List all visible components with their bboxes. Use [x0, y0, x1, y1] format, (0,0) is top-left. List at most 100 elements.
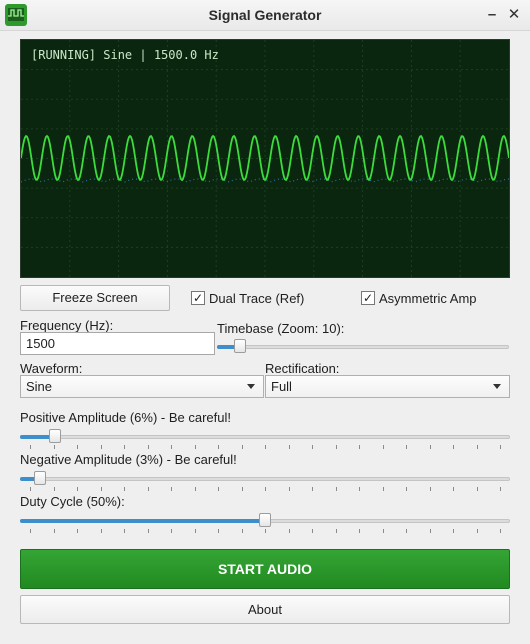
- slider-tick: [218, 529, 219, 533]
- frequency-label: Frequency (Hz):: [20, 318, 114, 333]
- slider-tick: [218, 445, 219, 449]
- about-button[interactable]: About: [20, 595, 510, 624]
- slider-tick: [171, 445, 172, 449]
- slider-tick: [265, 487, 266, 491]
- asymmetric-amp-check-icon[interactable]: ✓: [361, 291, 375, 305]
- slider-tick: [382, 529, 384, 533]
- slider-tick: [288, 487, 290, 491]
- slider-tick: [77, 487, 78, 491]
- slider-tick: [171, 487, 172, 491]
- slider-tick: [265, 445, 266, 449]
- waveform-label: Waveform:: [20, 361, 83, 376]
- slider-tick: [335, 487, 337, 491]
- duty-cycle-slider[interactable]: [20, 512, 510, 533]
- duty-cycle-fill: [20, 519, 265, 523]
- positive-amplitude-slider[interactable]: [20, 428, 510, 449]
- window-title: Signal Generator: [208, 7, 322, 23]
- slider-tick: [30, 529, 31, 533]
- duty-cycle-label: Duty Cycle (50%):: [20, 494, 125, 509]
- slider-tick: [335, 529, 337, 533]
- rectification-select[interactable]: Full: [265, 375, 510, 398]
- asymmetric-amp-label: Asymmetric Amp: [379, 291, 477, 306]
- slider-tick: [429, 445, 431, 449]
- slider-tick: [100, 445, 102, 449]
- signal-trace: [21, 134, 509, 182]
- duty-cycle-ticks: [20, 529, 510, 533]
- slider-tick: [382, 487, 384, 491]
- slider-tick: [406, 487, 407, 491]
- rectification-label: Rectification:: [265, 361, 340, 376]
- slider-tick: [147, 529, 149, 533]
- scope-status-text: [RUNNING] Sine | 1500.0 Hz: [31, 48, 219, 62]
- slider-tick: [453, 445, 454, 449]
- positive-amplitude-label: Positive Amplitude (6%) - Be careful!: [20, 410, 231, 425]
- slider-tick: [453, 487, 454, 491]
- oscilloscope-plot: [21, 40, 509, 277]
- asymmetric-amp-checkbox[interactable]: ✓ Asymmetric Amp: [361, 291, 501, 307]
- negative-amplitude-track: [20, 477, 510, 481]
- slider-tick: [30, 487, 31, 491]
- slider-tick: [194, 487, 196, 491]
- slider-tick: [359, 445, 360, 449]
- oscilloscope-display: [RUNNING] Sine | 1500.0 Hz: [20, 39, 510, 278]
- negative-amplitude-slider[interactable]: [20, 470, 510, 491]
- slider-tick: [30, 445, 31, 449]
- slider-tick: [124, 529, 125, 533]
- timebase-label: Timebase (Zoom: 10):: [217, 321, 345, 336]
- waveform-selected-value: Sine: [26, 379, 53, 394]
- negative-amplitude-handle[interactable]: [34, 471, 47, 485]
- slider-tick: [77, 529, 78, 533]
- frequency-input[interactable]: 1500: [20, 332, 215, 355]
- rectification-selected-value: Full: [271, 379, 292, 394]
- slider-tick: [476, 445, 478, 449]
- slider-tick: [53, 529, 55, 533]
- slider-tick: [124, 445, 125, 449]
- slider-tick: [265, 529, 266, 533]
- slider-tick: [288, 445, 290, 449]
- duty-cycle-handle[interactable]: [259, 513, 271, 527]
- slider-tick: [218, 487, 219, 491]
- slider-tick: [406, 445, 407, 449]
- slider-tick: [147, 487, 149, 491]
- positive-amplitude-track: [20, 435, 510, 439]
- positive-amplitude-ticks: [20, 445, 510, 449]
- slider-tick: [312, 445, 313, 449]
- slider-tick: [500, 529, 501, 533]
- slider-tick: [288, 529, 290, 533]
- slider-tick: [429, 529, 431, 533]
- slider-tick: [241, 487, 243, 491]
- waveform-select[interactable]: Sine: [20, 375, 264, 398]
- slider-tick: [500, 445, 501, 449]
- slider-tick: [100, 529, 102, 533]
- dual-trace-label: Dual Trace (Ref): [209, 291, 305, 306]
- slider-tick: [124, 487, 125, 491]
- slider-tick: [359, 529, 360, 533]
- slider-tick: [241, 445, 243, 449]
- slider-tick: [476, 529, 478, 533]
- slider-tick: [53, 445, 55, 449]
- freeze-screen-button[interactable]: Freeze Screen: [20, 285, 170, 311]
- slider-tick: [335, 445, 337, 449]
- close-icon[interactable]: ✕: [506, 7, 522, 23]
- slider-tick: [241, 529, 243, 533]
- negative-amplitude-label: Negative Amplitude (3%) - Be careful!: [20, 452, 237, 467]
- slider-tick: [147, 445, 149, 449]
- signal-generator-window: Signal Generator – ✕ [RUNNING] Sine | 15…: [0, 0, 530, 644]
- slider-tick: [312, 487, 313, 491]
- slider-tick: [476, 487, 478, 491]
- slider-tick: [406, 529, 407, 533]
- slider-tick: [453, 529, 454, 533]
- chevron-down-icon: [493, 384, 501, 389]
- slider-tick: [100, 487, 102, 491]
- dual-trace-checkbox[interactable]: ✓ Dual Trace (Ref): [191, 291, 341, 307]
- minimize-icon[interactable]: –: [484, 7, 500, 23]
- dual-trace-check-icon[interactable]: ✓: [191, 291, 205, 305]
- timebase-slider[interactable]: [217, 338, 509, 358]
- start-audio-button[interactable]: START AUDIO: [20, 549, 510, 589]
- timebase-handle[interactable]: [233, 339, 246, 353]
- positive-amplitude-handle[interactable]: [48, 429, 61, 443]
- slider-tick: [77, 445, 78, 449]
- title-bar: Signal Generator – ✕: [0, 0, 530, 31]
- slider-tick: [194, 529, 196, 533]
- slider-tick: [312, 529, 313, 533]
